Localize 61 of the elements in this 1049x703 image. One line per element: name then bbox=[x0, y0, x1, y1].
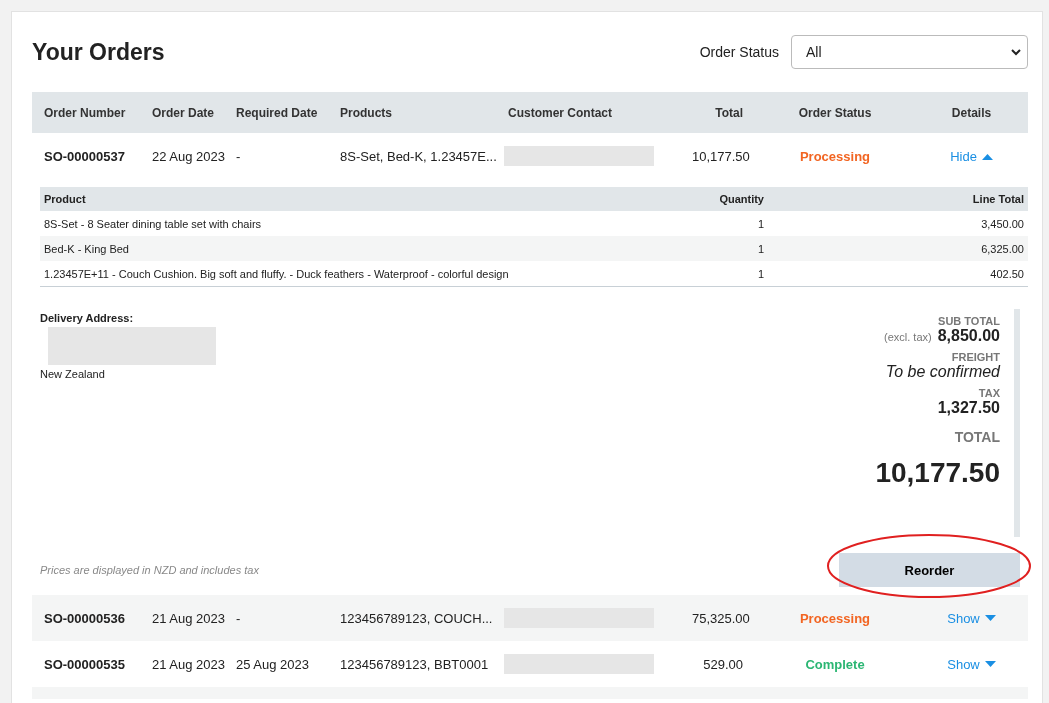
table-cell-text: 529.00 bbox=[702, 656, 744, 672]
amount: 1,327.50 bbox=[937, 399, 1000, 417]
column-header: Quantity bbox=[718, 193, 765, 205]
table-cell-text: 1 bbox=[756, 217, 765, 230]
column-header: Order Number bbox=[43, 105, 127, 120]
reorder-button[interactable]: Reorder bbox=[839, 553, 1020, 587]
order-number: SO-00000535 bbox=[43, 656, 126, 672]
column-header: Details bbox=[950, 105, 993, 120]
caret-down-icon bbox=[984, 660, 996, 668]
caret-up-icon bbox=[981, 152, 993, 160]
total-label: TOTAL bbox=[954, 429, 1000, 445]
table-cell-text: 22 Aug 2023 bbox=[151, 148, 224, 164]
column-header: Order Status bbox=[797, 105, 873, 120]
table-cell-text: 123456789123, COUCH... bbox=[339, 610, 494, 626]
table-cell-text: 25 Aug 2023 bbox=[235, 656, 311, 672]
column-header: Products bbox=[339, 105, 393, 120]
table-cell-text: 1 bbox=[756, 267, 765, 280]
address-label: Delivery Address: bbox=[40, 311, 135, 326]
tax-note: (excl. tax) bbox=[884, 331, 932, 343]
total-label: TAX bbox=[978, 387, 1000, 399]
chevron-icon bbox=[1011, 48, 1021, 56]
caret-down-icon bbox=[984, 614, 996, 622]
grand-total: 10,177.50 bbox=[875, 457, 1000, 489]
table-cell-text: 8S-Set - 8 Seater dining table set with chairs bbox=[43, 217, 263, 230]
status-label: Processing bbox=[798, 148, 872, 164]
order-number: SO-00000537 bbox=[43, 148, 126, 164]
table-cell-text: Bed-K - King Bed bbox=[43, 242, 130, 255]
toggle-link[interactable]: Show bbox=[947, 656, 996, 672]
order-number: SO-00000536 bbox=[43, 610, 126, 626]
table-cell-text: 1.23457E+11 - Couch Cushion. Big soft and fluffy. - Duck feathers - Waterproof - colorful design bbox=[43, 267, 510, 280]
freight-note: To be confirmed bbox=[885, 363, 1000, 381]
table-cell-text: 3,450.00 bbox=[980, 217, 1025, 230]
filter-label: Order Status bbox=[699, 44, 779, 60]
table-cell-text: 21 Aug 2023 bbox=[151, 610, 224, 626]
column-header: Customer Contact bbox=[507, 105, 613, 120]
total-label: FREIGHT bbox=[951, 351, 1000, 363]
toggle-link[interactable]: Show bbox=[947, 610, 996, 626]
table-cell-text: 21 Aug 2023 bbox=[151, 656, 224, 672]
column-header: Required Date bbox=[235, 105, 319, 120]
table-cell-text: 75,325.00 bbox=[691, 610, 751, 626]
table-cell-text: 6,325.00 bbox=[980, 242, 1025, 255]
column-header: Order Date bbox=[151, 105, 216, 120]
table-cell-text: - bbox=[235, 148, 242, 164]
table-cell-text: 402.50 bbox=[989, 267, 1025, 280]
status-dropdown[interactable]: All bbox=[791, 35, 1028, 69]
table-cell-text: 10,177.50 bbox=[691, 148, 751, 164]
status-label: Processing bbox=[798, 610, 872, 626]
address-line: New Zealand bbox=[40, 368, 105, 380]
column-header: Total bbox=[714, 105, 744, 120]
amount: 8,850.00 bbox=[937, 327, 1000, 345]
column-header: Product bbox=[43, 193, 87, 205]
table-cell-text: - bbox=[235, 610, 242, 626]
table-cell-text: 8S-Set, Bed-K, 1.23457E... bbox=[339, 148, 496, 164]
page-title: Your Orders bbox=[32, 38, 165, 66]
table-cell-text: 1 bbox=[756, 242, 765, 255]
price-note: Prices are displayed in NZD and includes tax bbox=[40, 564, 259, 576]
status-label: Complete bbox=[804, 656, 866, 672]
total-label: SUB TOTAL bbox=[938, 315, 1000, 327]
toggle-link[interactable]: Hide bbox=[950, 148, 993, 164]
column-header: Line Total bbox=[971, 193, 1025, 205]
table-cell-text: 123456789123, BBT0001 bbox=[339, 656, 490, 672]
